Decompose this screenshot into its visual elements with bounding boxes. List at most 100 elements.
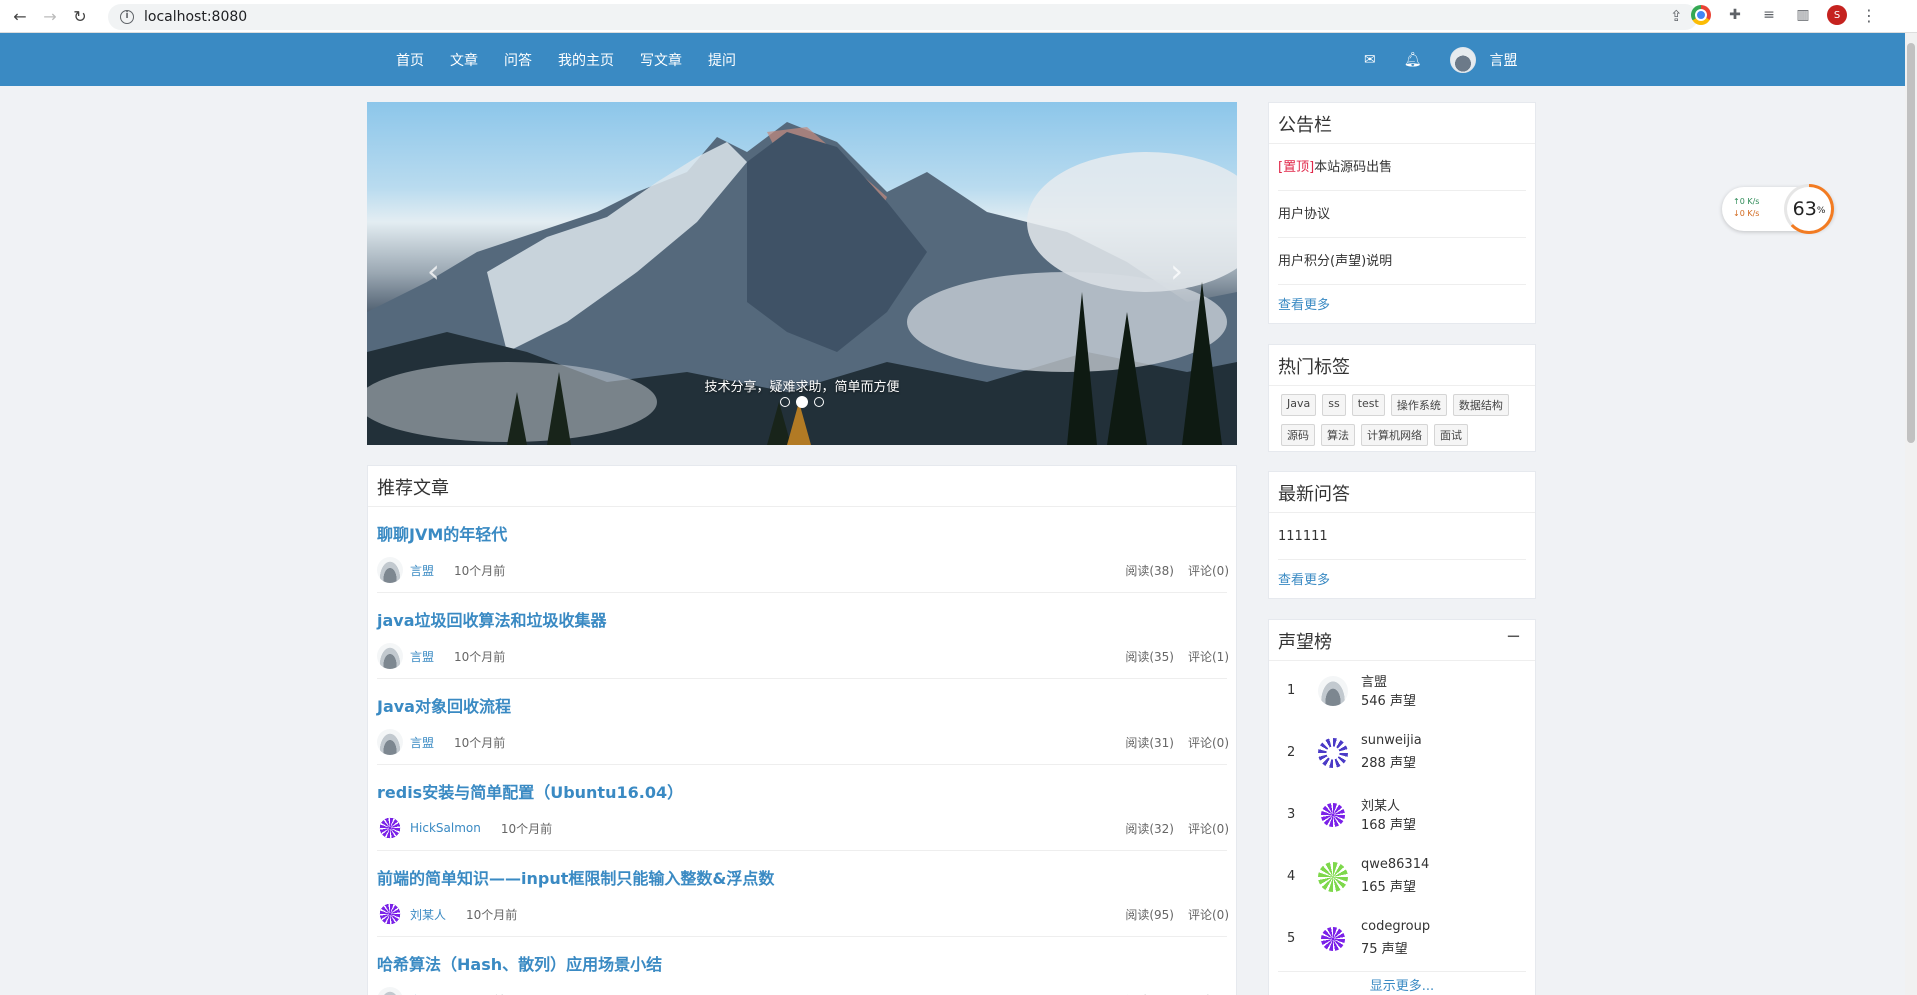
side-panel-icon[interactable]: ▥ (1793, 5, 1813, 25)
network-speed-widget[interactable]: ↑0 K/s ↓0 K/s 63% (1722, 184, 1834, 234)
panel-title: 热门标签 (1269, 345, 1535, 386)
article-title[interactable]: java垃圾回收算法和垃圾收集器 (377, 607, 607, 631)
article-item: 聊聊JVM的年轻代 言盟 10个月前 阅读(38) 评论(0) (377, 507, 1229, 593)
chrome-extension-icon[interactable] (1691, 5, 1711, 25)
rank-number: 5 (1287, 931, 1296, 946)
tag-chip[interactable]: 面试 (1434, 424, 1468, 446)
author-avatar[interactable] (377, 643, 403, 669)
rank-username[interactable]: 言盟 (1361, 671, 1387, 690)
forward-arrow-icon[interactable]: → (40, 6, 60, 26)
username[interactable]: 言盟 (1490, 50, 1518, 70)
article-author[interactable]: 刘某人 (410, 906, 446, 923)
notice-text: 本站源码出售 (1314, 160, 1393, 175)
article-title[interactable]: 聊聊JVM的年轻代 (377, 521, 507, 545)
nav-home[interactable]: 首页 (396, 50, 424, 70)
page-scrollbar[interactable] (1905, 33, 1917, 995)
carousel-prev-button[interactable]: ‹ (427, 252, 440, 290)
notice-board-panel: 公告栏 [置顶]本站源码出售 用户协议 用户积分(声望)说明 查看更多 (1268, 102, 1536, 324)
share-icon[interactable]: ⇪ (1670, 7, 1683, 25)
comment-count: 评论(0) (1188, 992, 1229, 995)
tag-chip[interactable]: Java (1281, 394, 1317, 416)
rank-avatar[interactable] (1318, 862, 1348, 892)
qa-item[interactable]: 111111 (1278, 513, 1526, 560)
article-meta: 言盟 10个月前 阅读(35) 评论(1) (377, 643, 1229, 669)
nav-my-home[interactable]: 我的主页 (558, 50, 614, 70)
read-count: 阅读(38) (1125, 563, 1174, 578)
notice-item[interactable]: 用户积分(声望)说明 (1278, 238, 1526, 285)
nav-articles[interactable]: 文章 (450, 50, 478, 70)
article-author[interactable]: 言盟 (410, 648, 434, 665)
article-title[interactable]: Java对象回收流程 (377, 693, 511, 717)
article-author[interactable]: HickSalmon (410, 821, 481, 835)
collapse-button[interactable]: − (1506, 626, 1521, 647)
comment-count: 评论(0) (1188, 563, 1229, 578)
tag-chip[interactable]: test (1351, 394, 1385, 416)
read-count: 阅读(32) (1125, 821, 1174, 836)
more-menu-icon[interactable]: ⋮ (1861, 6, 1877, 25)
article-item: 前端的简单知识——input框限制只能输入整数&浮点数刘某人 10个月前 阅读(95… (377, 851, 1229, 937)
nav-write-article[interactable]: 写文章 (640, 50, 682, 70)
hero-carousel[interactable]: ‹ › 技术分享，疑难求助，简单而方便 (367, 102, 1237, 445)
tag-chip[interactable]: 源码 (1281, 424, 1315, 446)
author-avatar[interactable] (377, 987, 403, 995)
rank-username[interactable]: 刘某人 (1361, 795, 1400, 814)
rank-username[interactable]: sunweijia (1361, 733, 1422, 748)
article-meta: 刘某人 10个月前 阅读(95) 评论(0) (377, 901, 1229, 927)
panel-title: 推荐文章 (368, 466, 1236, 507)
article-item: Java对象回收流程言盟 10个月前 阅读(31) 评论(0) (377, 679, 1229, 765)
article-author[interactable]: 言盟 (410, 734, 434, 751)
address-bar[interactable]: i localhost:8080 (108, 4, 1698, 30)
notice-item[interactable]: [置顶]本站源码出售 (1278, 144, 1526, 191)
media-queue-icon[interactable]: ≡ (1759, 5, 1779, 25)
rank-avatar[interactable] (1318, 924, 1348, 954)
reload-icon[interactable]: ↻ (70, 6, 90, 26)
carousel-dot[interactable] (796, 396, 808, 408)
article-meta: 言盟 10个月前 阅读(31) 评论(0) (377, 729, 1229, 755)
rank-avatar[interactable] (1318, 800, 1348, 830)
tag-chip[interactable]: 计算机网络 (1361, 424, 1428, 446)
recommended-articles-panel: 推荐文章 聊聊JVM的年轻代言盟 10个月前 阅读(38) 评论(0) java垃圾回收… (367, 465, 1237, 995)
back-arrow-icon[interactable]: ← (10, 6, 30, 26)
article-author[interactable]: 言盟 (410, 992, 434, 995)
rank-username[interactable]: qwe86314 (1361, 857, 1429, 872)
author-avatar[interactable] (377, 557, 403, 583)
rank-avatar[interactable] (1318, 738, 1348, 768)
carousel-dot[interactable] (780, 397, 790, 407)
author-avatar[interactable] (377, 729, 403, 755)
tag-chip[interactable]: 操作系统 (1390, 394, 1447, 416)
article-title[interactable]: redis安装与简单配置（Ubuntu16.04） (377, 779, 683, 803)
notice-item[interactable]: 用户协议 (1278, 191, 1526, 238)
bell-icon[interactable]: 🔔︎ (1404, 52, 1422, 68)
nav-ask-question[interactable]: 提问 (708, 50, 736, 70)
tag-chip[interactable]: 算法 (1321, 424, 1355, 446)
article-meta: 言盟 10个月前 阅读(34) 评论(0) (377, 987, 1229, 995)
tag-chip[interactable]: ss (1322, 394, 1346, 416)
comment-count: 评论(0) (1188, 821, 1229, 836)
scrollbar-thumb[interactable] (1907, 43, 1915, 443)
rank-score: 288 声望 (1361, 756, 1416, 771)
puzzle-extensions-icon[interactable]: ✚ (1725, 5, 1745, 25)
user-avatar[interactable] (1449, 46, 1476, 73)
notice-more-link[interactable]: 查看更多 (1278, 285, 1526, 327)
usage-percent: 63 (1792, 198, 1817, 220)
carousel-next-button[interactable]: › (1170, 252, 1183, 290)
rank-row: 3 刘某人 168 声望 (1278, 785, 1526, 847)
article-item: 哈希算法（Hash、散列）应用场景小结言盟 10个月前 阅读(34) 评论(0) (377, 937, 1229, 995)
browser-toolbar: ← → ↻ i localhost:8080 ⇪ ☆ ✚ ≡ ▥ S ⋮ (0, 0, 1917, 33)
carousel-dot[interactable] (814, 397, 824, 407)
nav-qa[interactable]: 问答 (504, 50, 532, 70)
qa-more-link[interactable]: 查看更多 (1278, 560, 1526, 602)
show-more-link[interactable]: 显示更多... (1278, 971, 1526, 995)
article-time: 10个月前 (454, 649, 506, 664)
rank-username[interactable]: codegroup (1361, 919, 1430, 934)
article-title[interactable]: 哈希算法（Hash、散列）应用场景小结 (377, 951, 662, 975)
author-avatar[interactable] (377, 815, 403, 841)
article-author[interactable]: 言盟 (410, 562, 434, 579)
site-info-icon[interactable]: i (120, 10, 134, 24)
rank-avatar[interactable] (1318, 676, 1348, 706)
mail-icon[interactable]: ✉ (1364, 52, 1376, 68)
tag-chip[interactable]: 数据结构 (1452, 394, 1509, 416)
article-title[interactable]: 前端的简单知识——input框限制只能输入整数&浮点数 (377, 865, 774, 889)
author-avatar[interactable] (377, 901, 403, 927)
profile-avatar[interactable]: S (1827, 5, 1847, 25)
